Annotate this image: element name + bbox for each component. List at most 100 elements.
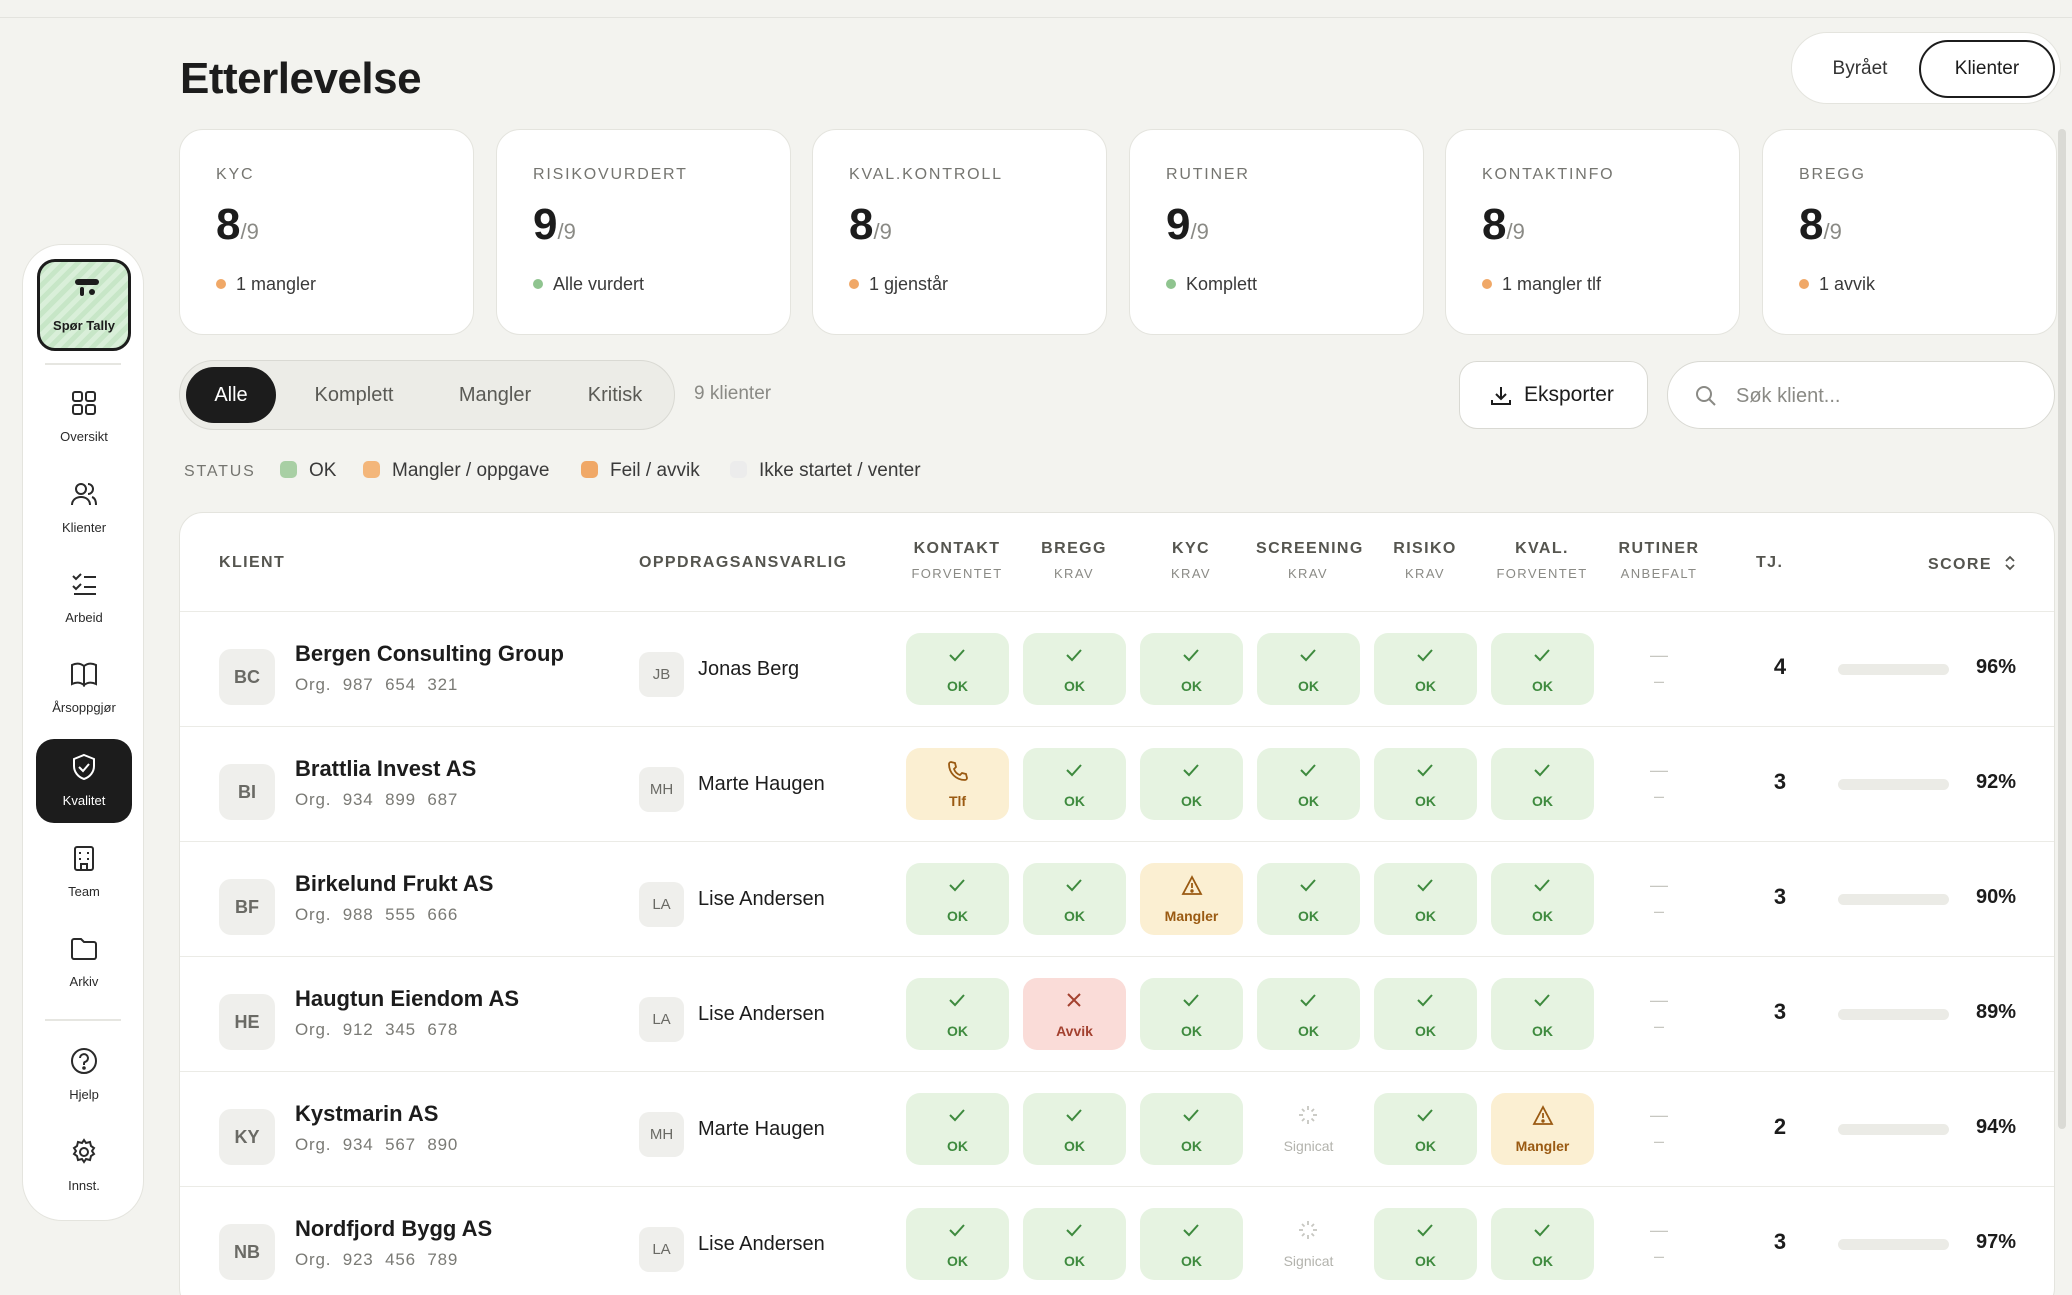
status-chip[interactable]: OK [1257, 633, 1360, 705]
stat-card[interactable]: RUTINER 9/9 Komplett [1129, 129, 1424, 335]
stat-denominator: /9 [557, 219, 576, 244]
stat-card[interactable]: BREGG 8/9 1 avvik [1762, 129, 2057, 335]
header-column[interactable]: KONTAKT FORVENTET [905, 540, 1009, 581]
status-chip[interactable]: OK [906, 633, 1009, 705]
status-chip[interactable]: OK [1257, 748, 1360, 820]
status-chip[interactable]: OK [1257, 978, 1360, 1050]
client-name[interactable]: Kystmarin AS [295, 1101, 438, 1127]
toggle-klienter[interactable]: Klienter [1919, 40, 2055, 98]
status-chip-label: OK [1298, 793, 1319, 809]
sidebar-item-arkiv[interactable]: Arkiv [36, 920, 132, 1004]
status-chip[interactable]: OK [1374, 1208, 1477, 1280]
status-chip[interactable]: OK [1491, 633, 1594, 705]
status-chip[interactable]: OK [1140, 1208, 1243, 1280]
header-score[interactable]: SCORE [1928, 554, 2016, 574]
scrollbar[interactable] [2058, 129, 2066, 1129]
status-chip[interactable]: OK [1374, 1093, 1477, 1165]
status-chip[interactable]: Avvik [1023, 978, 1126, 1050]
stat-card[interactable]: RISIKOVURDERT 9/9 Alle vurdert [496, 129, 791, 335]
status-chip[interactable]: OK [1374, 748, 1477, 820]
client-avatar: NB [219, 1224, 275, 1280]
status-chip-label: OK [1064, 908, 1085, 924]
stat-label: KONTAKTINFO [1482, 166, 1615, 183]
status-chip[interactable]: OK [1023, 1093, 1126, 1165]
filter-komplett[interactable]: Komplett [284, 367, 424, 423]
stat-note: Alle vurdert [533, 274, 644, 295]
score-value: 90% [1975, 886, 2016, 908]
export-button[interactable]: Eksporter [1459, 361, 1648, 429]
sidebar-item-klienter[interactable]: Klienter [36, 466, 132, 550]
status-chip[interactable]: OK [1140, 978, 1243, 1050]
toggle-byraet[interactable]: Byrået [1800, 40, 1920, 98]
header-column-title: RISIKO [1393, 540, 1457, 557]
status-chip[interactable]: OK [1023, 748, 1126, 820]
table-row[interactable]: BF Birkelund Frukt AS Org. 988 555 666 LA Li… [180, 841, 2054, 956]
status-chip[interactable]: Tlf [906, 748, 1009, 820]
filter-alle[interactable]: Alle [186, 367, 276, 423]
table-row[interactable]: BI Brattlia Invest AS Org. 934 899 687 MH Ma… [180, 726, 2054, 841]
table-row[interactable]: HE Haugtun Eiendom AS Org. 912 345 678 LA Li… [180, 956, 2054, 1071]
status-chip[interactable]: OK [1374, 863, 1477, 935]
stat-card[interactable]: KVAL.KONTROLL 8/9 1 gjenstår [812, 129, 1107, 335]
status-chip[interactable]: Mangler [1491, 1093, 1594, 1165]
stat-card[interactable]: KYC 8/9 1 mangler [179, 129, 474, 335]
org-number: Org. 987 654 321 [295, 675, 458, 695]
status-chip[interactable]: OK [1374, 978, 1477, 1050]
sidebar-item-team[interactable]: Team [36, 830, 132, 914]
sidebar-item-oversikt[interactable]: Oversikt [36, 375, 132, 459]
search-input[interactable] [1736, 378, 2036, 414]
status-chip[interactable]: OK [1374, 633, 1477, 705]
sidebar-item-arsoppgjor[interactable]: Årsoppgjør [36, 646, 132, 730]
status-chip[interactable]: OK [1140, 748, 1243, 820]
filter-kritisk[interactable]: Kritisk [560, 367, 670, 423]
header-tj[interactable]: TJ. [1756, 554, 1783, 572]
rutiner-dash: – [1653, 1246, 1664, 1266]
status-chip[interactable]: OK [1257, 863, 1360, 935]
header-column[interactable]: SCREENING KRAV [1256, 540, 1362, 581]
sidebar-item-kvalitet[interactable]: Kvalitet [36, 739, 132, 823]
status-chip[interactable]: Mangler [1140, 863, 1243, 935]
status-chip[interactable]: OK [1491, 863, 1594, 935]
status-chip[interactable]: OK [1023, 633, 1126, 705]
header-column[interactable]: RUTINER ANBEFALT [1607, 540, 1711, 581]
status-chip[interactable]: OK [1140, 1093, 1243, 1165]
status-chip[interactable]: OK [906, 1093, 1009, 1165]
table-row[interactable]: NB Nordfjord Bygg AS Org. 923 456 789 LA Lis… [180, 1186, 2054, 1295]
client-name[interactable]: Bergen Consulting Group [295, 641, 564, 667]
status-chip[interactable]: OK [906, 1208, 1009, 1280]
check-icon [1417, 879, 1433, 892]
phone-icon [948, 761, 968, 781]
sidebar-item-arbeid[interactable]: Arbeid [36, 556, 132, 640]
header-column[interactable]: RISIKO KRAV [1373, 540, 1477, 581]
status-chip[interactable]: OK [1491, 1208, 1594, 1280]
status-chip[interactable]: OK [1491, 978, 1594, 1050]
status-chip[interactable]: OK [1140, 633, 1243, 705]
status-chip[interactable]: OK [906, 863, 1009, 935]
client-name[interactable]: Birkelund Frukt AS [295, 871, 493, 897]
client-name[interactable]: Brattlia Invest AS [295, 756, 476, 782]
status-chip-label: OK [1298, 678, 1319, 694]
status-chip[interactable]: Signicat [1257, 1208, 1360, 1280]
header-column[interactable]: BREGG KRAV [1022, 540, 1126, 581]
status-chip[interactable]: OK [1023, 1208, 1126, 1280]
header-column[interactable]: KYC KRAV [1139, 540, 1243, 581]
status-chip-label: OK [1181, 678, 1202, 694]
sidebar-item-hjelp[interactable]: Hjelp [36, 1033, 132, 1117]
header-oppdragsansvarlig[interactable]: OPPDRAGSANSVARLIG [639, 554, 847, 572]
filter-mangler[interactable]: Mangler [430, 367, 560, 423]
header-column[interactable]: KVAL. FORVENTET [1490, 540, 1594, 581]
header-klient[interactable]: KLIENT [219, 554, 285, 572]
client-avatar: BI [219, 764, 275, 820]
status-chip[interactable]: Signicat [1257, 1093, 1360, 1165]
status-chip-label: OK [1415, 1023, 1436, 1039]
client-name[interactable]: Haugtun Eiendom AS [295, 986, 519, 1012]
client-name[interactable]: Nordfjord Bygg AS [295, 1216, 492, 1242]
table-row[interactable]: KY Kystmarin AS Org. 934 567 890 MH Marte Ha… [180, 1071, 2054, 1186]
sidebar-item-innstillinger[interactable]: Innst. [36, 1124, 132, 1208]
status-chip[interactable]: OK [1023, 863, 1126, 935]
ask-tally-button[interactable]: Spør Tally [37, 259, 131, 351]
status-chip[interactable]: OK [906, 978, 1009, 1050]
stat-card[interactable]: KONTAKTINFO 8/9 1 mangler tlf [1445, 129, 1740, 335]
table-row[interactable]: BC Bergen Consulting Group Org. 987 654 32… [180, 611, 2054, 726]
status-chip[interactable]: OK [1491, 748, 1594, 820]
